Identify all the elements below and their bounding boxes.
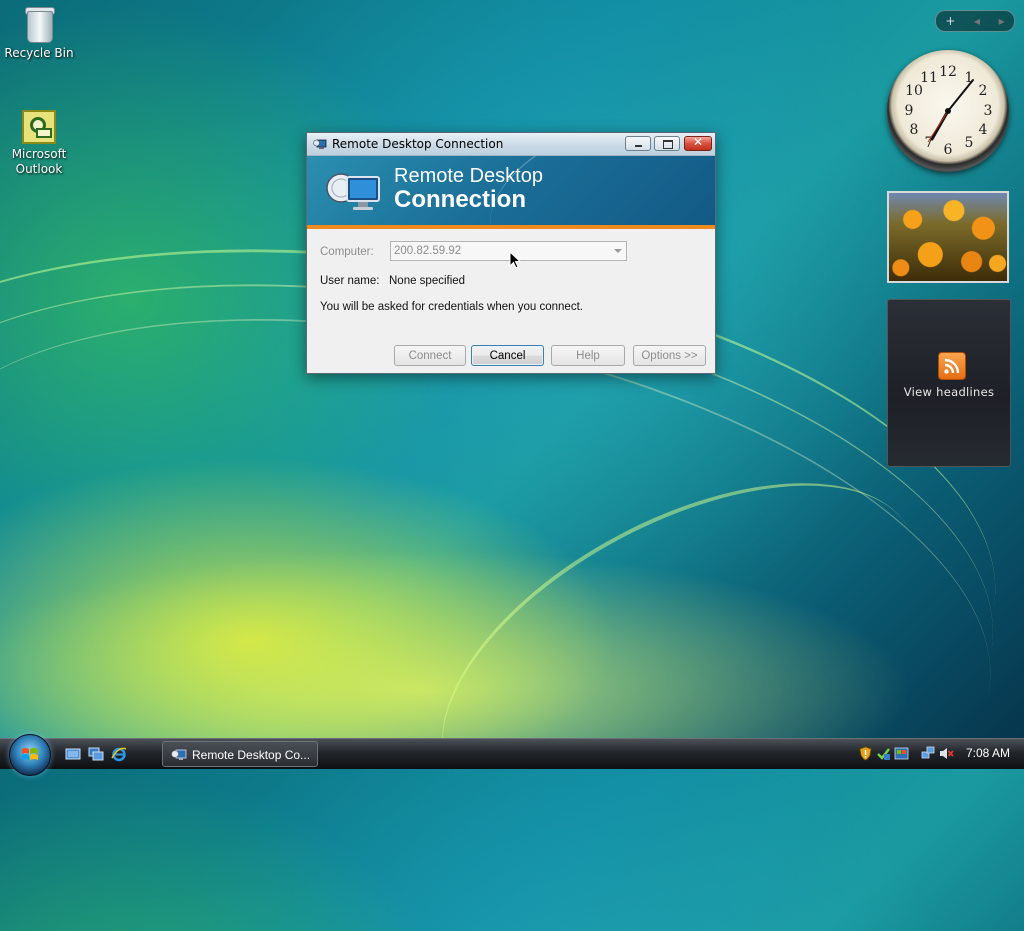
dialog-title: Remote Desktop Connection — [332, 137, 504, 151]
rss-icon — [938, 352, 966, 380]
show-desktop-icon[interactable] — [65, 746, 81, 762]
desktop-icon-outlook[interactable]: Microsoft Outlook — [1, 110, 77, 177]
taskbar-item-label: Remote Desktop Co... — [192, 748, 311, 762]
previous-page-button[interactable]: ◂ — [974, 14, 980, 28]
volume-muted-icon[interactable] — [939, 746, 954, 761]
options-button[interactable]: Options >> — [633, 345, 706, 366]
clock-numeral: 12 — [939, 64, 957, 80]
dialog-banner: Remote Desktop Connection — [307, 156, 715, 229]
desktop-icon-label: Outlook — [15, 162, 63, 176]
view-headlines-link[interactable]: View headlines — [888, 385, 1010, 399]
feed-headlines-gadget[interactable]: View headlines — [887, 299, 1011, 467]
clock-numeral: 6 — [944, 142, 953, 158]
add-gadget-button[interactable]: + — [945, 14, 955, 28]
close-button[interactable]: ✕ — [684, 135, 712, 151]
desktop-icon-recycle-bin[interactable]: Recycle Bin — [1, 3, 77, 61]
next-page-button[interactable]: ▸ — [999, 14, 1005, 28]
desktop-icon-label: Microsoft — [11, 147, 67, 161]
remote-desktop-icon — [313, 139, 327, 149]
system-clock[interactable]: 7:08 AM — [966, 746, 1010, 760]
outlook-icon — [22, 110, 56, 144]
computer-label: Computer: — [320, 246, 374, 258]
computer-value: 200.82.59.92 — [394, 245, 462, 257]
clock-numeral: 4 — [979, 122, 988, 138]
slideshow-gadget[interactable] — [887, 191, 1009, 283]
chevron-down-icon[interactable] — [614, 249, 622, 253]
dialog-titlebar[interactable]: Remote Desktop Connection ✕ — [307, 133, 715, 156]
start-button[interactable] — [9, 734, 51, 776]
wallpaper-swoosh — [388, 413, 972, 891]
clock-numeral: 9 — [905, 103, 914, 119]
close-icon: ✕ — [692, 135, 704, 149]
clock-second-hand — [927, 110, 949, 143]
connect-button[interactable]: Connect — [394, 345, 466, 366]
internet-explorer-icon[interactable] — [111, 746, 127, 762]
cancel-button[interactable]: Cancel — [471, 345, 544, 366]
clock-numeral: 3 — [984, 103, 993, 119]
banner-title-line1: Remote Desktop — [394, 165, 543, 187]
user-name-label: User name: — [320, 275, 380, 287]
banner-title-line2: Connection — [394, 186, 526, 213]
clock-numeral: 5 — [965, 135, 974, 151]
taskbar: Remote Desktop Co... 7:08 AM — [0, 734, 1024, 776]
windows-update-icon[interactable] — [876, 746, 891, 761]
taskbar-item-remote-desktop[interactable]: Remote Desktop Co... — [162, 741, 318, 767]
recycle-bin-icon — [19, 3, 59, 43]
windows-logo-icon — [22, 748, 38, 760]
help-button[interactable]: Help — [551, 345, 625, 366]
credentials-message: You will be asked for credentials when y… — [320, 301, 583, 313]
remote-desktop-logo-icon — [326, 173, 380, 210]
clock-numeral: 2 — [979, 83, 988, 99]
security-shield-icon[interactable] — [858, 746, 873, 761]
desktop-icon-label: Recycle Bin — [4, 46, 74, 60]
user-name-value: None specified — [389, 275, 466, 287]
clock-numeral: 8 — [910, 122, 919, 138]
mouse-cursor-icon — [509, 251, 521, 269]
switch-windows-icon[interactable] — [88, 746, 104, 762]
sidebar-controls: + ◂ ▸ — [935, 10, 1015, 32]
clock-gadget[interactable]: 12 1 2 3 4 5 6 7 8 9 10 11 — [887, 50, 1009, 172]
minimize-button[interactable] — [625, 136, 651, 151]
network-icon[interactable] — [921, 746, 936, 761]
maximize-button[interactable] — [654, 136, 680, 151]
clock-face: 12 1 2 3 4 5 6 7 8 9 10 11 — [905, 64, 993, 158]
windows-defender-icon[interactable] — [894, 746, 909, 761]
remote-desktop-icon — [171, 749, 187, 760]
clock-numeral: 11 — [920, 70, 938, 86]
clock-minute-hand — [947, 79, 974, 112]
